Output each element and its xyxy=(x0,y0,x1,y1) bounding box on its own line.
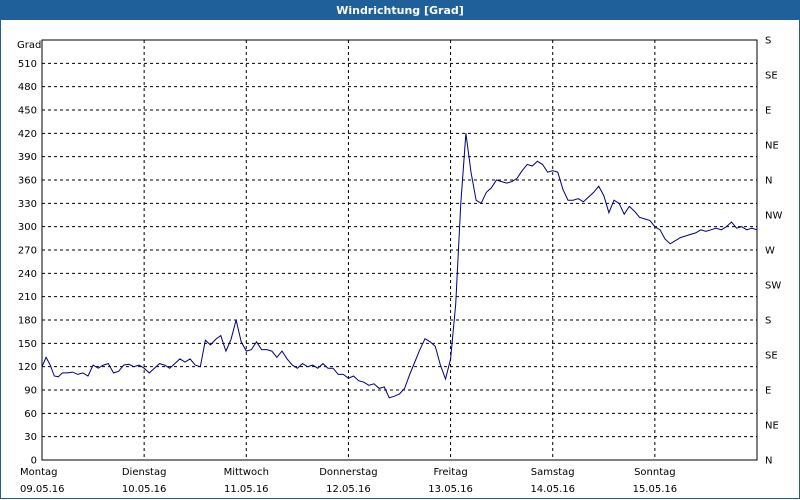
wind-direction-chart: 0 30 60 90 120 150 180 210 240 270 300 330 360 390 420… xyxy=(17,36,782,496)
x-tick-day: Sonntag xyxy=(634,467,676,478)
y-tick-label: 360 xyxy=(18,176,37,187)
wind-direction-series-line xyxy=(41,133,758,399)
y-tick-label: 210 xyxy=(18,292,37,303)
compass-tick-label: NW xyxy=(765,211,782,222)
y-tick-label: 270 xyxy=(18,246,37,257)
compass-tick-label: S xyxy=(765,36,771,47)
x-tick-date: 15.05.16 xyxy=(633,484,678,495)
y-tick-label: 120 xyxy=(18,362,37,373)
y-tick-label: 180 xyxy=(18,316,37,327)
x-tick-date: 10.05.16 xyxy=(122,484,167,495)
y-tick-label: 30 xyxy=(24,432,37,443)
compass-tick-label: E xyxy=(765,106,771,117)
y-tick-label: 480 xyxy=(18,82,37,93)
x-tick-date: 09.05.16 xyxy=(20,484,65,495)
x-axis-ticks: Montag 09.05.16 Dienstag 10.05.16 Mittwoch 11… xyxy=(20,467,677,495)
y-tick-label: 0 xyxy=(31,456,37,467)
y-tick-label: 330 xyxy=(18,199,37,210)
x-tick-day: Dienstag xyxy=(122,467,167,478)
x-tick-day: Freitag xyxy=(433,467,467,478)
horizontal-gridlines xyxy=(42,62,757,438)
y-tick-label: 420 xyxy=(18,129,37,140)
y-tick-label: 510 xyxy=(18,59,37,70)
x-tick-day: Donnerstag xyxy=(319,467,377,478)
x-tick-day: Montag xyxy=(20,467,57,478)
x-tick-date: 11.05.16 xyxy=(224,484,269,495)
x-tick-date: 14.05.16 xyxy=(530,484,575,495)
compass-tick-label: SE xyxy=(765,71,778,82)
compass-tick-label: SE xyxy=(765,351,778,362)
y-tick-label: 390 xyxy=(18,152,37,163)
compass-tick-label: SW xyxy=(765,281,781,292)
y-tick-label: 300 xyxy=(18,222,37,233)
y-tick-label: 90 xyxy=(24,386,37,397)
y-tick-label: 150 xyxy=(18,339,37,350)
compass-tick-label: NE xyxy=(765,421,779,432)
x-tick-date: 13.05.16 xyxy=(428,484,473,495)
x-tick-day: Samstag xyxy=(531,467,575,478)
compass-axis-ticks: N NE E SE S SW W NW N NE E SE S xyxy=(765,36,782,467)
x-tick-date: 12.05.16 xyxy=(326,484,371,495)
y-tick-label: 60 xyxy=(24,409,37,420)
compass-tick-label: W xyxy=(765,246,775,257)
compass-tick-label: N xyxy=(765,456,772,467)
y-axis-ticks: 0 30 60 90 120 150 180 210 240 270 300 330 360 390 420… xyxy=(18,59,37,467)
compass-tick-label: S xyxy=(765,316,771,327)
compass-tick-label: NE xyxy=(765,141,779,152)
y-tick-label: 450 xyxy=(18,106,37,117)
compass-tick-label: E xyxy=(765,386,771,397)
x-tick-day: Mittwoch xyxy=(224,467,269,478)
y-tick-label: 240 xyxy=(18,269,37,280)
y-axis-label: Grad xyxy=(17,40,41,51)
compass-tick-label: N xyxy=(765,176,772,187)
